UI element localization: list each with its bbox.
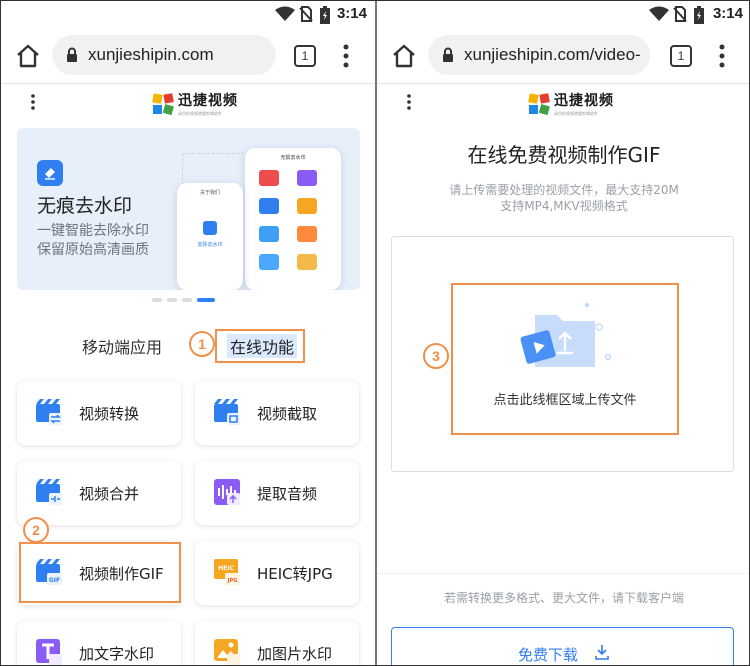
phone-front-label: 去除去水印 [197,242,223,248]
feature-card-image-watermark[interactable]: 加图片水印 [195,621,359,665]
download-footnote: 若需转换更多格式、更大文件，请下载客户端 [443,591,684,605]
site-logo[interactable]: 迅捷视频 易用的视频转换剪辑软件 [152,90,238,117]
logo-name: 迅捷视频 [178,92,238,108]
annotation-box-upload [451,283,679,435]
overflow-menu-icon[interactable] [343,44,349,68]
annotation-marker-1: 1 [189,331,215,357]
carousel-dot[interactable] [182,298,192,302]
site-menu-icon[interactable] [407,94,411,110]
tab-mobile-apps[interactable]: 移动端应用 [82,334,162,358]
site-logo[interactable]: 迅捷视频 易用的视频转换剪辑软件 [528,90,614,117]
site-menu-icon[interactable] [31,94,35,110]
status-time: 3:14 [336,5,367,22]
lock-icon [443,47,453,62]
feature-card-video-merge[interactable]: 视频合并 [17,461,181,525]
left-screen: 3:14 xunjieshipin.com 1 迅捷视频 易用的视频转换剪辑软件 [1,1,375,665]
carousel-indicators [152,298,215,302]
lock-icon [67,47,77,62]
carousel-dot-active[interactable] [197,298,215,302]
carousel-dot[interactable] [167,298,177,302]
banner-phone-front: 关于我们 去除去水印 [177,183,243,290]
wifi-icon [649,6,669,21]
tab-switcher-button[interactable]: 1 [294,45,316,67]
feature-label: 视频转换 [79,405,140,423]
banner-phone-back: 无损去水印 [245,148,341,290]
download-icon [595,645,609,660]
wifi-icon [275,6,295,21]
home-icon[interactable] [391,43,417,69]
banner-subtitle-line2: 保留原始高清画质 [37,242,149,258]
banner-subtitle-line1: 一键智能去除水印 [37,223,149,239]
phone-back-title: 无损去水印 [280,155,306,161]
feature-label: 加图片水印 [257,645,333,663]
overflow-menu-icon[interactable] [719,44,725,68]
heic-jpg-icon: HEIC JPG [214,559,240,585]
address-text: xunjieshipin.com/video- [464,45,641,64]
watermark-app-icon [37,160,63,186]
feature-card-video-convert[interactable]: 视频转换 [17,381,181,445]
category-tabs: 移动端应用 在线功能 [1,334,375,360]
browser-toolbar: xunjieshipin.com 1 [1,29,375,84]
annotation-marker-2: 2 [23,517,49,543]
site-header: 迅捷视频 易用的视频转换剪辑软件 [377,84,749,120]
right-screen: 3:14 xunjieshipin.com/video- 1 迅捷视频 易用的视… [377,1,749,665]
tab-switcher-button[interactable]: 1 [670,45,692,67]
carousel-dot[interactable] [152,298,162,302]
feature-card-audio-extract[interactable]: 提取音频 [195,461,359,525]
battery-icon [694,6,704,24]
status-bar: 3:14 [1,1,375,29]
address-bar[interactable]: xunjieshipin.com/video- [428,35,650,75]
battery-icon [320,6,330,24]
video-convert-icon [36,399,62,425]
download-button-label: 免费下载 [518,646,579,664]
page-title: 在线免费视频制作GIF [467,143,661,167]
video-merge-icon [36,479,62,505]
status-bar: 3:14 [377,1,749,29]
feature-card-heic-jpg[interactable]: HEIC JPG HEIC转JPG [195,541,359,605]
banner-title: 无痕去水印 [37,195,133,217]
no-sim-icon [673,6,687,22]
promo-banner[interactable]: 无痕去水印 一键智能去除水印 保留原始高清画质 无损去水印 关于我们 去除去水印 [17,128,360,290]
browser-toolbar: xunjieshipin.com/video- 1 [377,29,749,84]
logo-mark-icon [152,92,174,115]
feature-card-video-clip[interactable]: 视频截取 [195,381,359,445]
screenshot-frame: 3:14 xunjieshipin.com 1 迅捷视频 易用的视频转换剪辑软件 [0,0,750,666]
site-header: 迅捷视频 易用的视频转换剪辑软件 [1,84,375,120]
feature-label: 视频合并 [79,485,140,503]
home-icon[interactable] [15,43,41,69]
upload-prompt[interactable]: 点击此线框区域上传文件 [451,389,679,408]
audio-extract-icon [214,479,240,505]
address-text: xunjieshipin.com [88,45,214,64]
logo-tagline: 易用的视频转换剪辑软件 [554,111,598,116]
annotation-box-gif [19,542,181,603]
free-download-button[interactable]: 免费下载 [391,627,734,665]
status-time: 3:14 [712,5,743,22]
page-subtitle-line2: 支持MP4,MKV视频格式 [500,199,628,213]
feature-label: 提取音频 [257,485,318,503]
phone-front-title: 关于我们 [199,190,220,196]
logo-name: 迅捷视频 [554,92,614,108]
image-watermark-icon [214,639,240,665]
feature-label: 视频截取 [257,405,318,423]
logo-mark-icon [528,92,550,115]
annotation-box-tab [215,329,305,363]
logo-tagline: 易用的视频转换剪辑软件 [178,111,222,116]
jpg-badge-text: JPG [227,578,238,584]
address-bar[interactable]: xunjieshipin.com [52,35,276,75]
heic-badge-text: HEIC [218,565,234,572]
feature-label: HEIC转JPG [257,565,333,583]
video-clip-icon [214,399,240,425]
page-subtitle-line1: 请上传需要处理的视频文件，最大支持20M [449,183,679,197]
text-watermark-icon [36,639,62,665]
feature-label: 加文字水印 [79,645,155,663]
no-sim-icon [299,6,313,22]
annotation-marker-3: 3 [423,343,449,369]
feature-card-text-watermark[interactable]: 加文字水印 [17,621,181,665]
